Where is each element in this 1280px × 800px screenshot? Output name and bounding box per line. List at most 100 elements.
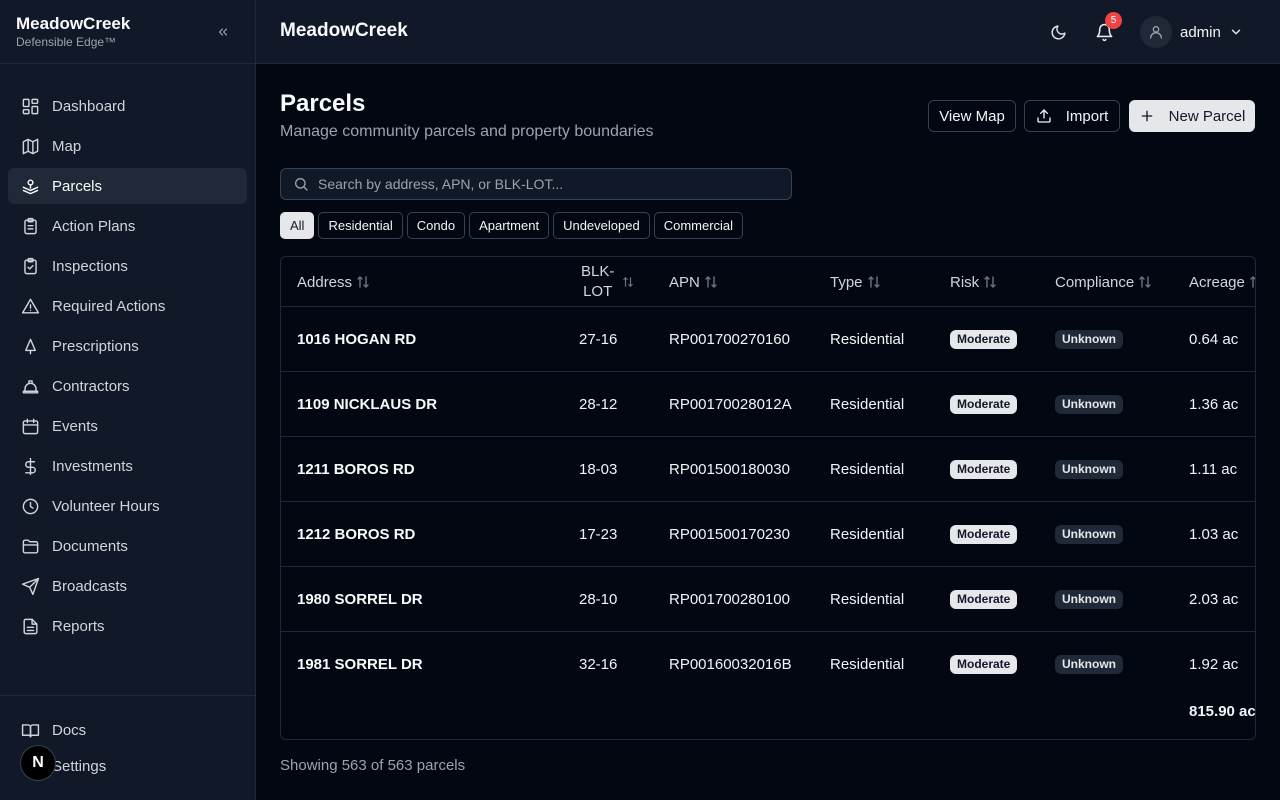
sidebar-item-required-actions[interactable]: Required Actions — [8, 288, 247, 324]
sidebar-item-prescriptions[interactable]: Prescriptions — [8, 328, 247, 364]
cell-risk: Moderate — [950, 437, 1018, 501]
clipboard-check-icon — [20, 256, 40, 276]
sidebar-item-investments[interactable]: Investments — [8, 448, 247, 484]
user-menu[interactable]: admin — [1140, 16, 1243, 48]
table-row[interactable]: 1981 SORREL DR 32-16 RP00160032016B Resi… — [281, 632, 1255, 697]
sidebar-item-label: Reports — [52, 617, 105, 635]
table-row[interactable]: 1980 SORREL DR 28-10 RP001700280100 Resi… — [281, 567, 1255, 632]
map-icon — [20, 136, 40, 156]
column-label-line: BLK- — [581, 263, 615, 280]
filter-residential[interactable]: Residential — [318, 212, 403, 239]
search-field — [280, 168, 792, 200]
sidebar-item-dashboard[interactable]: Dashboard — [8, 88, 247, 124]
sidebar-item-volunteer-hours[interactable]: Volunteer Hours — [8, 488, 247, 524]
cell-acreage: 1.11 ac — [1189, 460, 1238, 478]
sidebar-item-label: Documents — [52, 537, 128, 555]
search-icon — [293, 176, 309, 192]
cell-risk: Moderate — [950, 567, 1018, 631]
column-label: Address — [297, 273, 353, 291]
compliance-badge: Unknown — [1055, 459, 1123, 479]
chevrons-left-icon — [218, 28, 228, 36]
sidebar-nav: Dashboard Map Parcels Action Plans Inspe… — [0, 64, 255, 644]
sidebar-item-label: Broadcasts — [52, 577, 128, 595]
cell-compliance: Unknown — [1055, 307, 1123, 371]
chevron-down-icon — [1229, 25, 1243, 39]
theme-toggle-button[interactable] — [1046, 20, 1070, 44]
cell-type: Residential — [830, 590, 905, 608]
table-row[interactable]: 1016 HOGAN RD 27-16 RP001700270160 Resid… — [281, 307, 1255, 372]
collapse-sidebar-button[interactable] — [213, 22, 233, 42]
cell-type: Residential — [830, 395, 905, 413]
cell-blk-lot: 32-16 — [579, 655, 618, 673]
column-header-acreage[interactable]: Acreage — [1189, 257, 1255, 307]
import-label: Import — [1065, 107, 1109, 125]
column-header-blk-lot[interactable]: BLK- LOT — [581, 257, 635, 307]
compliance-badge: Unknown — [1055, 524, 1123, 544]
sidebar-item-contractors[interactable]: Contractors — [8, 368, 247, 404]
sidebar-item-reports[interactable]: Reports — [8, 608, 247, 644]
filter-apartment[interactable]: Apartment — [469, 212, 550, 239]
hard-hat-icon — [20, 376, 40, 396]
column-header-apn[interactable]: APN — [669, 257, 717, 307]
column-header-address[interactable]: Address — [297, 257, 369, 307]
new-parcel-button[interactable]: New Parcel — [1129, 100, 1255, 132]
compliance-badge: Unknown — [1055, 654, 1123, 674]
sidebar-item-action-plans[interactable]: Action Plans — [8, 208, 247, 244]
calendar-icon — [20, 416, 40, 436]
sidebar-item-map[interactable]: Map — [8, 128, 247, 164]
risk-badge: Moderate — [950, 329, 1018, 349]
user-icon — [1150, 26, 1162, 39]
cell-address: 1980 SORREL DR — [297, 590, 423, 608]
sidebar-item-documents[interactable]: Documents — [8, 528, 247, 564]
sidebar-item-label: Parcels — [52, 177, 103, 195]
filter-commercial[interactable]: Commercial — [653, 212, 744, 239]
search-input[interactable] — [318, 176, 778, 192]
sidebar-item-label: Volunteer Hours — [52, 497, 160, 515]
cell-risk: Moderate — [950, 502, 1018, 566]
view-map-button[interactable]: View Map — [928, 100, 1016, 132]
filter-all[interactable]: All — [280, 212, 315, 239]
sidebar-item-parcels[interactable]: Parcels — [8, 168, 247, 204]
cell-address: 1212 BOROS RD — [297, 525, 416, 543]
cell-compliance: Unknown — [1055, 502, 1123, 566]
new-parcel-label: New Parcel — [1168, 107, 1246, 125]
sort-icon — [1139, 275, 1151, 289]
import-button[interactable]: Import — [1024, 100, 1120, 132]
sidebar-item-label: Docs — [52, 721, 87, 739]
table-row[interactable]: 1212 BOROS RD 17-23 RP001500170230 Resid… — [281, 502, 1255, 567]
cell-type: Residential — [830, 330, 905, 348]
column-label: Acreage — [1189, 273, 1245, 291]
filter-undeveloped[interactable]: Undeveloped — [553, 212, 650, 239]
column-header-type[interactable]: Type — [830, 257, 880, 307]
risk-badge: Moderate — [950, 524, 1018, 544]
table-row[interactable]: 1211 BOROS RD 18-03 RP001500180030 Resid… — [281, 437, 1255, 502]
cell-acreage: 2.03 ac — [1189, 590, 1239, 608]
compliance-badge: Unknown — [1055, 329, 1123, 349]
results-count: Showing 563 of 563 parcels — [280, 757, 466, 774]
filter-condo[interactable]: Condo — [406, 212, 466, 239]
avatar — [1140, 16, 1172, 48]
column-header-risk[interactable]: Risk — [950, 257, 996, 307]
sidebar-item-events[interactable]: Events — [8, 408, 247, 444]
column-header-compliance[interactable]: Compliance — [1055, 257, 1151, 307]
framework-badge[interactable]: N — [20, 745, 56, 781]
sidebar-item-broadcasts[interactable]: Broadcasts — [8, 568, 247, 604]
column-label: BLK- LOT — [581, 262, 614, 302]
cell-acreage: 1.92 ac — [1189, 655, 1239, 673]
sidebar-item-label: Inspections — [52, 257, 128, 275]
total-acreage: 815.90 ac — [1189, 703, 1256, 720]
risk-badge: Moderate — [950, 459, 1018, 479]
sidebar-item-docs[interactable]: Docs — [8, 712, 247, 748]
table-row[interactable]: 1109 NICKLAUS DR 28-12 RP00170028012A Re… — [281, 372, 1255, 437]
brand-name: MeadowCreek — [16, 14, 131, 33]
sidebar-item-inspections[interactable]: Inspections — [8, 248, 247, 284]
sidebar-item-label: Contractors — [52, 377, 130, 395]
sort-icon — [984, 275, 996, 289]
risk-badge: Moderate — [950, 589, 1018, 609]
cell-address: 1109 NICKLAUS DR — [297, 395, 438, 413]
plus-icon — [1139, 108, 1155, 124]
cell-type: Residential — [830, 460, 905, 478]
sidebar: MeadowCreek Defensible Edge™ Dashboard M… — [0, 0, 256, 800]
cell-apn: RP00170028012A — [669, 395, 792, 413]
table-header: Address BLK- LOT APN Type Risk Compliance… — [281, 257, 1255, 307]
